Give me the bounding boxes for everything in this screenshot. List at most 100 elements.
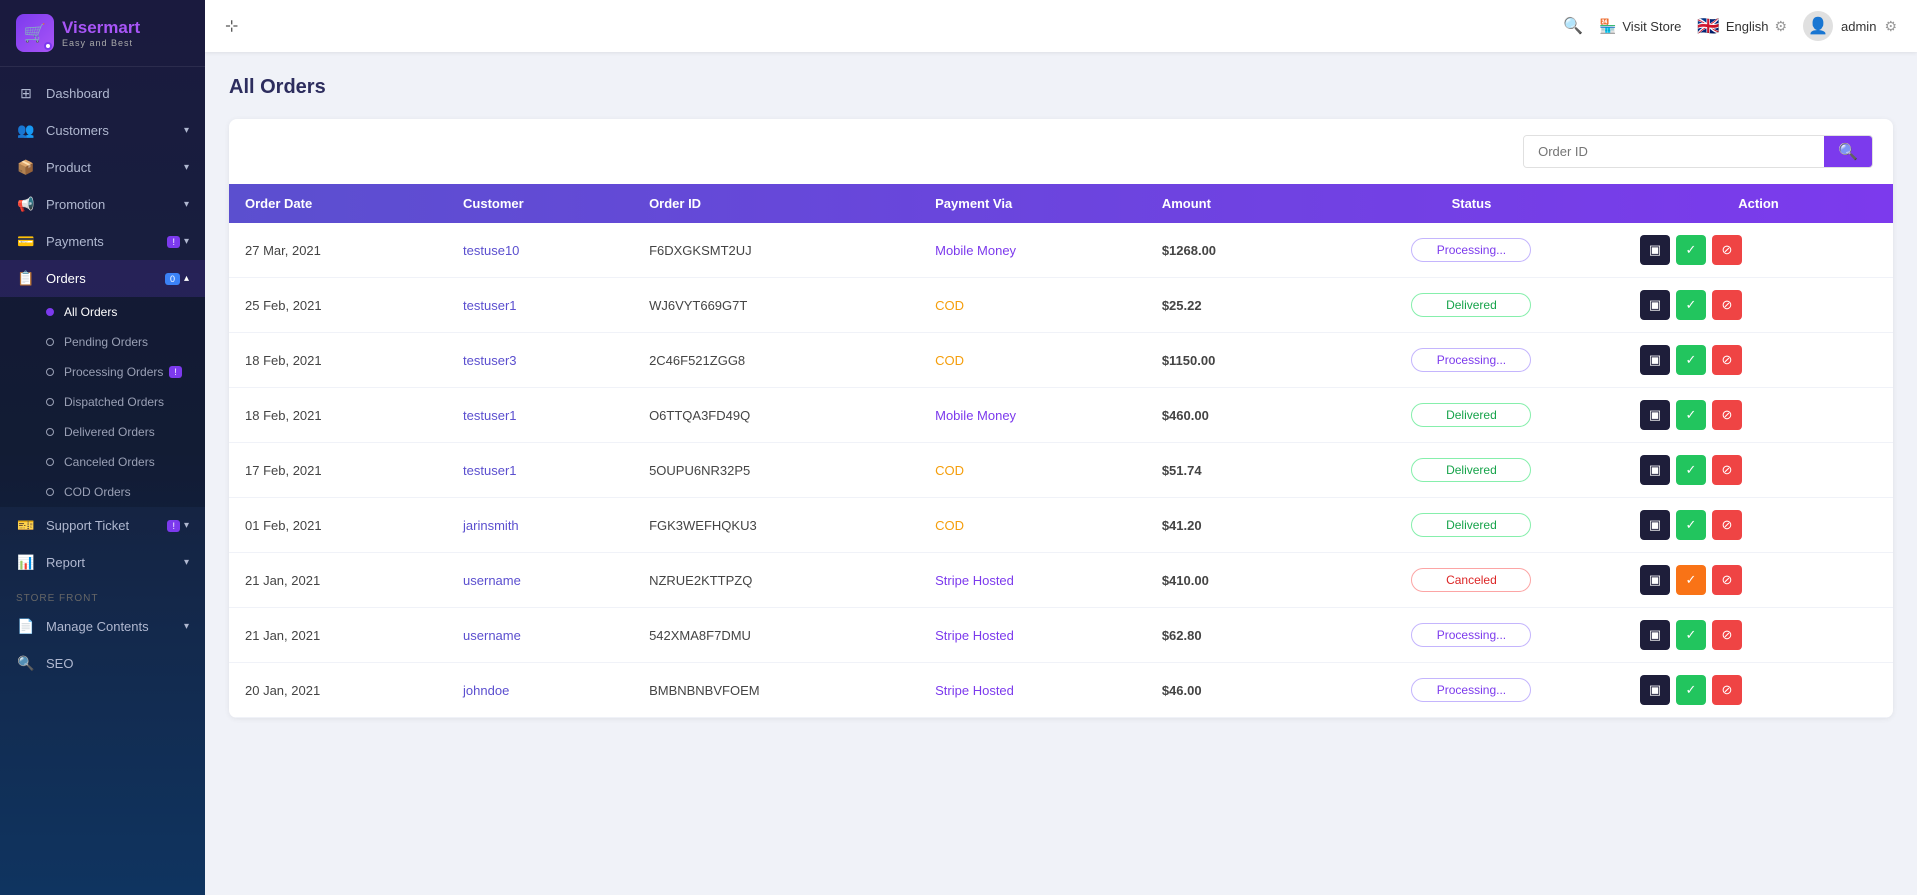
cell-status-0: Processing... [1319, 223, 1624, 278]
cell-customer-2: testuser3 [447, 333, 633, 388]
submenu-all-orders[interactable]: All Orders [0, 297, 205, 327]
cancel-button-5[interactable]: ⊘ [1712, 510, 1742, 540]
cancel-button-7[interactable]: ⊘ [1712, 620, 1742, 650]
submenu-canceled-orders[interactable]: Canceled Orders [0, 447, 205, 477]
cell-action-0: ▣ ✓ ⊘ [1624, 223, 1893, 278]
report-icon: 📊 [16, 554, 36, 571]
main-content: ⊹ 🔍 🏪 Visit Store 🇬🇧 English ⚙ 👤 admin ⚙… [205, 0, 1917, 895]
header-right: 🔍 🏪 Visit Store 🇬🇧 English ⚙ 👤 admin ⚙ [1563, 11, 1897, 41]
sidebar-item-manage-contents[interactable]: 📄 Manage Contents ▾ [0, 608, 205, 645]
status-badge-2: Processing... [1411, 348, 1531, 372]
cancel-button-4[interactable]: ⊘ [1712, 455, 1742, 485]
orders-submenu: All Orders Pending Orders Processing Ord… [0, 297, 205, 507]
col-payment-via: Payment Via [919, 184, 1146, 223]
view-button-2[interactable]: ▣ [1640, 345, 1670, 375]
cell-status-1: Delivered [1319, 278, 1624, 333]
cell-status-5: Delivered [1319, 498, 1624, 553]
view-button-7[interactable]: ▣ [1640, 620, 1670, 650]
confirm-button-7[interactable]: ✓ [1676, 620, 1706, 650]
language-selector[interactable]: 🇬🇧 English ⚙ [1697, 16, 1787, 37]
cell-payment-1: COD [919, 278, 1146, 333]
cell-action-7: ▣ ✓ ⊘ [1624, 608, 1893, 663]
cell-amount-4: $51.74 [1146, 443, 1319, 498]
submenu-dispatched-orders[interactable]: Dispatched Orders [0, 387, 205, 417]
customer-link-7[interactable]: username [463, 628, 521, 643]
view-button-0[interactable]: ▣ [1640, 235, 1670, 265]
cell-amount-0: $1268.00 [1146, 223, 1319, 278]
confirm-button-5[interactable]: ✓ [1676, 510, 1706, 540]
search-submit-button[interactable]: 🔍 [1824, 136, 1872, 167]
customer-link-6[interactable]: username [463, 573, 521, 588]
cell-action-8: ▣ ✓ ⊘ [1624, 663, 1893, 718]
cell-amount-3: $460.00 [1146, 388, 1319, 443]
cell-status-4: Delivered [1319, 443, 1624, 498]
status-badge-1: Delivered [1411, 293, 1531, 317]
logo-area: 🛒 Visermart Easy and Best [0, 0, 205, 67]
confirm-button-1[interactable]: ✓ [1676, 290, 1706, 320]
cancel-button-0[interactable]: ⊘ [1712, 235, 1742, 265]
table-body: 27 Mar, 2021 testuse10 F6DXGKSMT2UJ Mobi… [229, 223, 1893, 718]
view-button-6[interactable]: ▣ [1640, 565, 1670, 595]
sidebar-item-seo[interactable]: 🔍 SEO [0, 645, 205, 682]
submenu-processing-orders[interactable]: Processing Orders ! [0, 357, 205, 387]
cell-status-6: Canceled [1319, 553, 1624, 608]
col-action: Action [1624, 184, 1893, 223]
cell-date-3: 18 Feb, 2021 [229, 388, 447, 443]
confirm-button-8[interactable]: ✓ [1676, 675, 1706, 705]
customers-arrow: ▾ [184, 125, 189, 136]
col-status: Status [1319, 184, 1624, 223]
customer-link-2[interactable]: testuser3 [463, 353, 516, 368]
admin-info[interactable]: 👤 admin ⚙ [1803, 11, 1897, 41]
sidebar-item-dashboard[interactable]: ⊞ Dashboard [0, 75, 205, 112]
cell-orderid-0: F6DXGKSMT2UJ [633, 223, 919, 278]
confirm-button-0[interactable]: ✓ [1676, 235, 1706, 265]
table-row: 18 Feb, 2021 testuser3 2C46F521ZGG8 COD … [229, 333, 1893, 388]
dashboard-icon: ⊞ [16, 85, 36, 102]
confirm-button-3[interactable]: ✓ [1676, 400, 1706, 430]
sidebar-item-support-ticket[interactable]: 🎫 Support Ticket ! ▾ [0, 507, 205, 544]
view-button-1[interactable]: ▣ [1640, 290, 1670, 320]
sidebar-item-product[interactable]: 📦 Product ▾ [0, 149, 205, 186]
view-button-4[interactable]: ▣ [1640, 455, 1670, 485]
cell-amount-6: $410.00 [1146, 553, 1319, 608]
cell-orderid-1: WJ6VYT669G7T [633, 278, 919, 333]
cancel-button-3[interactable]: ⊘ [1712, 400, 1742, 430]
expand-icon[interactable]: ⊹ [225, 16, 238, 36]
sidebar-nav: ⊞ Dashboard 👥 Customers ▾ 📦 Product ▾ 📢 … [0, 67, 205, 895]
page-title: All Orders [229, 76, 1893, 99]
submenu-cod-orders[interactable]: COD Orders [0, 477, 205, 507]
cancel-button-6[interactable]: ⊘ [1712, 565, 1742, 595]
col-amount: Amount [1146, 184, 1319, 223]
customer-link-0[interactable]: testuse10 [463, 243, 519, 258]
customer-link-8[interactable]: johndoe [463, 683, 509, 698]
customer-link-4[interactable]: testuser1 [463, 463, 516, 478]
sidebar: 🛒 Visermart Easy and Best ⊞ Dashboard 👥 … [0, 0, 205, 895]
cancel-button-1[interactable]: ⊘ [1712, 290, 1742, 320]
submenu-pending-orders[interactable]: Pending Orders [0, 327, 205, 357]
visit-store-button[interactable]: 🏪 Visit Store [1599, 18, 1681, 35]
submenu-delivered-orders[interactable]: Delivered Orders [0, 417, 205, 447]
sidebar-item-orders[interactable]: 📋 Orders 0 ▴ [0, 260, 205, 297]
view-button-3[interactable]: ▣ [1640, 400, 1670, 430]
sidebar-item-customers[interactable]: 👥 Customers ▾ [0, 112, 205, 149]
view-button-8[interactable]: ▣ [1640, 675, 1670, 705]
cell-amount-2: $1150.00 [1146, 333, 1319, 388]
confirm-button-6[interactable]: ✓ [1676, 565, 1706, 595]
status-badge-7: Processing... [1411, 623, 1531, 647]
sidebar-item-payments[interactable]: 💳 Payments ! ▾ [0, 223, 205, 260]
customer-link-1[interactable]: testuser1 [463, 298, 516, 313]
customer-link-5[interactable]: jarinsmith [463, 518, 519, 533]
confirm-button-2[interactable]: ✓ [1676, 345, 1706, 375]
cancel-button-2[interactable]: ⊘ [1712, 345, 1742, 375]
view-button-5[interactable]: ▣ [1640, 510, 1670, 540]
cancel-button-8[interactable]: ⊘ [1712, 675, 1742, 705]
confirm-button-4[interactable]: ✓ [1676, 455, 1706, 485]
sidebar-item-report[interactable]: 📊 Report ▾ [0, 544, 205, 581]
order-id-search-input[interactable] [1524, 136, 1824, 167]
cell-customer-5: jarinsmith [447, 498, 633, 553]
header-search-icon[interactable]: 🔍 [1563, 16, 1583, 36]
sidebar-item-promotion[interactable]: 📢 Promotion ▾ [0, 186, 205, 223]
customer-link-3[interactable]: testuser1 [463, 408, 516, 423]
lang-settings-icon: ⚙ [1774, 18, 1787, 35]
cell-status-7: Processing... [1319, 608, 1624, 663]
